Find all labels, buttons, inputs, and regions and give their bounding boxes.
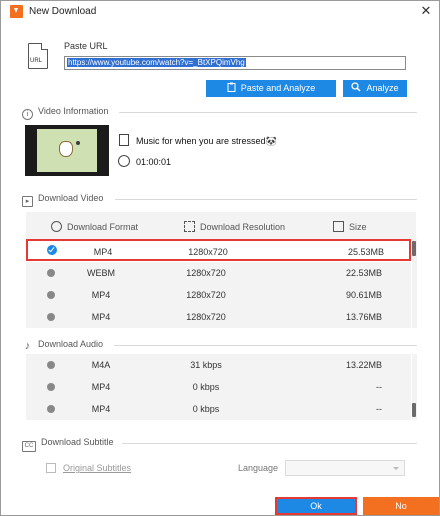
section-divider xyxy=(119,112,417,113)
url-input[interactable]: https://www.youtube.com/watch?v=_BtXPQim… xyxy=(64,56,406,70)
audio-row[interactable]: M4A 31 kbps 13.22MB xyxy=(26,354,411,376)
no-button[interactable]: No xyxy=(363,497,439,515)
video-scroll-thumb[interactable] xyxy=(412,241,416,256)
video-row[interactable]: MP4 1280x720 90.61MB xyxy=(26,284,411,306)
resolution-cell: 1280x720 xyxy=(186,312,226,322)
language-label: Language xyxy=(238,463,279,473)
url-input-value: https://www.youtube.com/watch?v=_BtXPQim… xyxy=(67,58,246,67)
download-audio-header-text: Download Audio xyxy=(38,339,104,349)
bitrate-cell: 0 kbps xyxy=(192,382,220,392)
download-subtitle-header-text: Download Subtitle xyxy=(41,437,114,447)
video-row[interactable]: MP4 1280x720 25.53MB xyxy=(26,239,411,261)
video-icon: ▸ xyxy=(22,196,33,207)
music-note-icon: ♪ xyxy=(24,340,31,352)
size-icon xyxy=(333,221,344,232)
download-video-header: ▸ Download Video xyxy=(22,193,103,207)
bitrate-cell: 31 kbps xyxy=(190,360,222,370)
paste-and-analyze-label: Paste and Analyze xyxy=(240,83,316,93)
video-info-header-text: Video Information xyxy=(38,106,109,116)
analyze-button[interactable]: Analyze xyxy=(343,80,407,97)
video-title: Music for when you are stressed🐼 xyxy=(136,136,277,146)
clipboard-icon xyxy=(227,81,236,98)
bitrate-cell: 0 kbps xyxy=(192,404,220,414)
url-file-icon: URL xyxy=(28,43,48,69)
format-cell: MP4 xyxy=(91,382,111,392)
download-video-header-text: Download Video xyxy=(38,193,104,203)
video-row[interactable]: MP4 1280x720 13.76MB xyxy=(26,306,411,328)
search-icon xyxy=(351,81,362,98)
radio-icon[interactable] xyxy=(47,291,55,299)
url-icon-text: URL xyxy=(30,58,43,64)
radio-icon[interactable] xyxy=(47,383,55,391)
resolution-column-header: Download Resolution xyxy=(184,221,285,232)
download-subtitle-header: CC Download Subtitle xyxy=(22,437,114,452)
radio-selected-icon[interactable] xyxy=(47,245,57,255)
video-info-header: i Video Information xyxy=(22,106,108,120)
cc-icon: CC xyxy=(22,441,36,452)
clock-icon xyxy=(118,155,130,167)
size-cell: 13.22MB xyxy=(345,360,382,370)
resolution-cell: 1280x720 xyxy=(188,247,228,257)
audio-row[interactable]: MP4 0 kbps -- xyxy=(26,376,411,398)
video-row[interactable]: WEBM 1280x720 22.53MB xyxy=(26,262,411,284)
size-cell: 90.61MB xyxy=(345,290,382,300)
info-icon: i xyxy=(22,109,33,120)
radio-icon[interactable] xyxy=(47,313,55,321)
format-cell: MP4 xyxy=(91,290,111,300)
audio-scroll-thumb[interactable] xyxy=(412,403,416,417)
size-column-header: Size xyxy=(333,221,367,232)
size-cell: -- xyxy=(376,404,382,414)
video-thumbnail xyxy=(25,125,109,176)
audio-row[interactable]: MP4 0 kbps -- xyxy=(26,398,411,420)
thumbnail-character xyxy=(59,141,73,157)
size-cell: -- xyxy=(376,382,382,392)
paste-and-analyze-button[interactable]: Paste and Analyze xyxy=(206,80,336,97)
original-subtitles-checkbox[interactable] xyxy=(46,463,56,473)
title-bar[interactable]: New Download ✕ xyxy=(1,1,439,23)
new-download-dialog: New Download ✕ URL Paste URL https://www… xyxy=(0,0,440,516)
size-cell: 25.53MB xyxy=(347,247,384,257)
original-subtitles-label[interactable]: Original Subtitles xyxy=(63,463,131,473)
format-cell: WEBM xyxy=(87,268,115,278)
language-select[interactable] xyxy=(285,460,405,476)
video-table-header: Download Format Download Resolution Size xyxy=(26,212,416,241)
section-divider xyxy=(115,199,417,200)
format-cell: MP4 xyxy=(91,404,111,414)
size-cell: 13.76MB xyxy=(345,312,382,322)
resolution-cell: 1280x720 xyxy=(186,268,226,278)
ok-button[interactable]: Ok xyxy=(275,497,357,515)
window-title: New Download xyxy=(29,6,97,17)
section-divider xyxy=(114,345,417,346)
close-button[interactable]: ✕ xyxy=(419,4,433,18)
format-icon xyxy=(51,221,62,232)
resolution-icon xyxy=(184,221,195,232)
app-download-icon xyxy=(10,5,23,18)
size-column-label: Size xyxy=(349,222,367,232)
format-column-header: Download Format xyxy=(51,221,138,232)
video-duration: 01:00:01 xyxy=(136,157,172,167)
resolution-column-label: Download Resolution xyxy=(200,222,286,232)
format-column-label: Download Format xyxy=(67,222,139,232)
thumbnail-detail xyxy=(76,141,80,145)
analyze-label: Analyze xyxy=(366,83,399,93)
radio-icon[interactable] xyxy=(47,361,55,369)
format-cell: MP4 xyxy=(93,247,113,257)
format-cell: M4A xyxy=(91,360,111,370)
radio-icon[interactable] xyxy=(47,405,55,413)
paste-url-label: Paste URL xyxy=(64,41,108,51)
thumbnail-image xyxy=(37,129,97,172)
section-divider xyxy=(122,443,417,444)
resolution-cell: 1280x720 xyxy=(186,290,226,300)
size-cell: 22.53MB xyxy=(345,268,382,278)
format-cell: MP4 xyxy=(91,312,111,322)
download-audio-header: ♪ Download Audio xyxy=(22,339,103,352)
radio-icon[interactable] xyxy=(47,269,55,277)
document-icon xyxy=(119,134,129,146)
